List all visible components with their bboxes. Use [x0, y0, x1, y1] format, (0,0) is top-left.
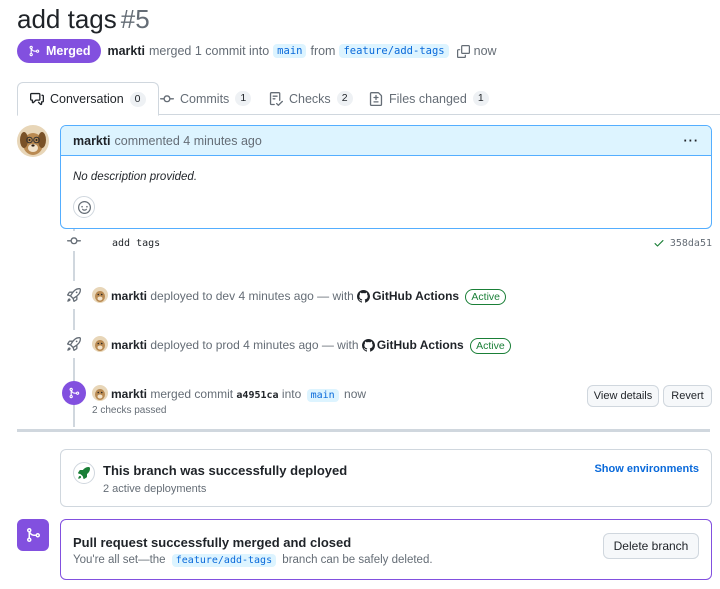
git-merge-icon	[17, 519, 49, 551]
tab-conversation[interactable]: Conversation 0	[17, 82, 159, 116]
pr-summary-text: merged 1 commit into	[148, 44, 270, 58]
pr-number: #5	[120, 4, 150, 34]
pr-tabs: Conversation 0 Commits 1 Checks 2 Files …	[17, 82, 720, 116]
merged-title: Pull request successfully merged and clo…	[73, 535, 352, 550]
deploy-dev-line: markti deployed to dev 4 minutes ago — w…	[92, 287, 507, 305]
commit-status: 358da51	[653, 237, 712, 249]
checks-passed-text[interactable]: 2 checks passed	[92, 405, 167, 416]
merged-branch-chip[interactable]: feature/add-tags	[171, 554, 277, 567]
deploy-prod-text: deployed to prod 4 minutes ago — with	[150, 338, 359, 352]
merge-line: markti merged commit a4951ca into main n…	[92, 385, 366, 402]
merged-sub-after: branch can be safely deleted.	[282, 554, 433, 566]
pr-title-text: add tags	[17, 4, 117, 34]
avatar[interactable]	[92, 385, 108, 401]
deploy-dev-text: deployed to dev 4 minutes ago — with	[150, 289, 354, 303]
tab-conversation-label: Conversation	[50, 92, 124, 106]
base-branch-chip[interactable]: main	[273, 44, 307, 58]
comment-discussion-icon	[30, 92, 44, 106]
revert-button[interactable]: Revert	[663, 385, 712, 407]
merge-commit-sha[interactable]: a4951ca	[236, 390, 278, 401]
avatar[interactable]	[92, 287, 108, 303]
merge-into-text: into	[281, 387, 302, 401]
deployment-subtitle: 2 active deployments	[103, 483, 207, 495]
rocket-icon	[60, 330, 88, 358]
git-commit-icon	[60, 231, 88, 251]
rocket-icon	[60, 281, 88, 309]
deploy-prod-app[interactable]: GitHub Actions	[377, 338, 464, 352]
merge-text: merged commit	[150, 387, 234, 401]
tab-commits-count: 1	[235, 91, 252, 106]
timeline-divider	[17, 429, 710, 432]
merged-status-badge: Merged	[17, 39, 102, 63]
merged-status-label: Merged	[46, 44, 91, 58]
tab-checks-label: Checks	[289, 91, 331, 106]
timeline-commit: add tags 358da51	[60, 231, 712, 255]
deployment-title: This branch was successfully deployed	[103, 463, 348, 478]
author-avatar[interactable]	[17, 125, 49, 157]
merged-status-box: Pull request successfully merged and clo…	[60, 519, 712, 580]
deployment-status-box: This branch was successfully deployed 2 …	[60, 449, 712, 507]
tab-commits[interactable]: Commits 1	[160, 82, 252, 115]
from-text: from	[310, 44, 336, 58]
timeline-merge: markti merged commit a4951ca into main n…	[60, 380, 712, 420]
deploy-prod-status-badge: Active	[470, 338, 511, 354]
file-diff-icon	[369, 91, 383, 106]
tab-checks-count: 2	[336, 91, 353, 106]
comment-header: markti commented 4 minutes ago ···	[61, 126, 711, 156]
git-merge-icon	[29, 45, 40, 57]
commit-sha[interactable]: 358da51	[670, 238, 712, 249]
tab-files-changed[interactable]: Files changed 1	[369, 82, 489, 115]
merge-branch-chip[interactable]: main	[306, 389, 339, 402]
deploy-prod-line: markti deployed to prod 4 minutes ago — …	[92, 336, 511, 354]
show-environments-link[interactable]: Show environments	[594, 463, 699, 475]
pr-time: now	[473, 44, 497, 58]
deploy-prod-author[interactable]: markti	[111, 338, 147, 352]
tab-files-changed-count: 1	[472, 91, 489, 106]
github-mark-icon	[357, 290, 371, 303]
comment-body: No description provided.	[73, 171, 198, 183]
check-icon	[654, 240, 664, 247]
delete-branch-button[interactable]: Delete branch	[603, 533, 699, 559]
add-reaction-button[interactable]	[73, 196, 95, 218]
comment-author[interactable]: markti	[73, 134, 111, 148]
git-commit-icon	[160, 94, 174, 102]
tab-conversation-count: 0	[129, 91, 146, 107]
head-branch-chip[interactable]: feature/add-tags	[339, 44, 449, 58]
tab-files-changed-label: Files changed	[389, 91, 467, 106]
comment-card: markti commented 4 minutes ago ··· No de…	[60, 125, 712, 229]
git-merge-icon	[62, 381, 86, 405]
pr-author-link[interactable]: markti	[107, 44, 145, 58]
merge-time: now	[344, 387, 367, 401]
github-mark-icon	[361, 339, 375, 352]
pr-meta-row: Merged markti merged 1 commit into main …	[17, 39, 497, 63]
copy-icon[interactable]	[456, 44, 470, 58]
commit-message[interactable]: add tags	[112, 238, 160, 249]
tab-checks[interactable]: Checks 2	[269, 82, 353, 115]
timeline-deploy-dev: markti deployed to dev 4 minutes ago — w…	[60, 281, 712, 309]
merged-sub-before: You're all set—the	[73, 554, 166, 566]
comment-menu-icon[interactable]: ···	[684, 134, 700, 148]
tab-commits-label: Commits	[180, 91, 230, 106]
rocket-icon	[73, 462, 95, 484]
avatar[interactable]	[92, 336, 108, 352]
pr-title: add tags #5	[17, 4, 150, 35]
merged-subtitle: You're all set—the feature/add-tags bran…	[73, 554, 433, 567]
checklist-icon	[269, 91, 283, 106]
view-details-button[interactable]: View details	[587, 385, 659, 407]
smiley-icon	[77, 200, 91, 214]
deploy-dev-author[interactable]: markti	[111, 289, 147, 303]
deploy-dev-status-badge: Active	[465, 289, 507, 305]
timeline-deploy-prod: markti deployed to prod 4 minutes ago — …	[60, 330, 712, 358]
deploy-dev-app[interactable]: GitHub Actions	[372, 289, 459, 303]
comment-timestamp[interactable]: commented 4 minutes ago	[115, 134, 262, 148]
merge-author[interactable]: markti	[111, 387, 147, 401]
